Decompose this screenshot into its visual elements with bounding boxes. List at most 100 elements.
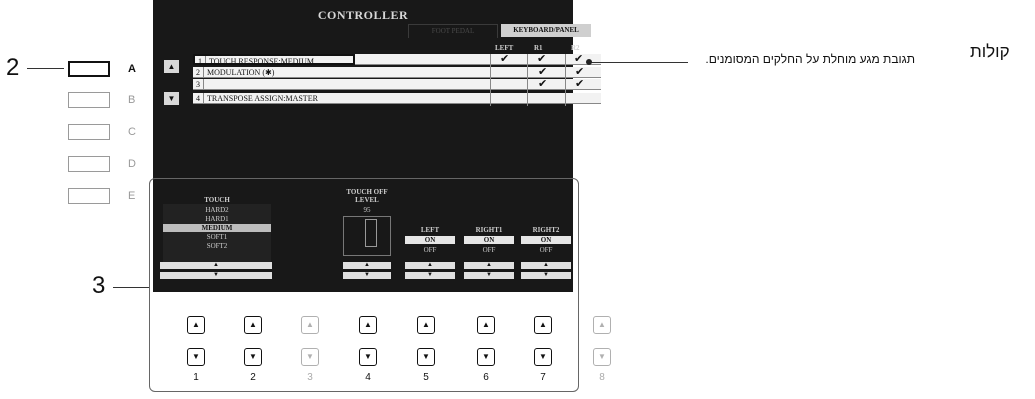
button-8-down[interactable]: ▼ (593, 348, 611, 366)
side-button-e[interactable] (68, 188, 110, 204)
part-label-left: LEFT (420, 226, 440, 234)
button-number-3: 3 (307, 372, 313, 383)
button-5-up[interactable]: ▲ (417, 316, 435, 334)
row-label: TRANSPOSE ASSIGN:MASTER (207, 94, 318, 103)
button-number-2: 2 (250, 372, 256, 383)
column-header-r1: R1 (534, 44, 543, 52)
row-number: 2 (193, 67, 204, 77)
section-title: קולות (970, 42, 1010, 61)
button-number-7: 7 (540, 372, 546, 383)
annotation-description: תגובת מגע מוחלת על החלקים המסומנים. (705, 52, 915, 66)
touch-off-level-label-2: LEVEL (355, 196, 379, 204)
button-7-up[interactable]: ▲ (534, 316, 552, 334)
screen-title: CONTROLLER (317, 8, 409, 22)
button-3-down[interactable]: ▼ (301, 348, 319, 366)
button-2-up[interactable]: ▲ (244, 316, 262, 334)
button-number-1: 1 (193, 372, 199, 383)
touch-off-level-value: 95 (363, 206, 371, 214)
button-4-down[interactable]: ▼ (359, 348, 377, 366)
button-6-up[interactable]: ▲ (477, 316, 495, 334)
button-8-up[interactable]: ▲ (593, 316, 611, 334)
side-label-e: E (128, 190, 136, 202)
touch-up-arrow[interactable]: ▲ (160, 262, 272, 269)
touch-option[interactable]: SOFT2 (163, 242, 271, 250)
part-right2-on[interactable]: ON (521, 236, 571, 244)
check-icon[interactable]: ✔ (575, 67, 584, 78)
check-icon[interactable]: ✔ (538, 67, 547, 78)
touch-option[interactable]: HARD1 (163, 215, 271, 223)
button-number-8: 8 (599, 372, 605, 383)
right2-down-arrow[interactable]: ▼ (521, 272, 571, 279)
row-number: 1 (195, 56, 206, 66)
column-divider (490, 54, 491, 106)
level-bar (365, 219, 377, 247)
side-button-a[interactable] (68, 61, 110, 77)
side-label-c: C (128, 126, 136, 138)
part-left-on[interactable]: ON (405, 236, 455, 244)
side-button-d[interactable] (68, 156, 110, 172)
column-header-left: LEFT (495, 44, 514, 52)
button-2-down[interactable]: ▼ (244, 348, 262, 366)
side-label-d: D (128, 158, 136, 170)
row-number: 4 (193, 93, 204, 103)
tab-foot-pedal[interactable]: FOOT PEDAL (408, 24, 498, 38)
column-header-r2: R2 (571, 44, 580, 52)
check-icon[interactable]: ✔ (500, 54, 509, 65)
level-down-arrow[interactable]: ▼ (343, 272, 391, 279)
side-button-c[interactable] (68, 124, 110, 140)
touch-option-selected[interactable]: MEDIUM (163, 224, 271, 232)
right1-down-arrow[interactable]: ▼ (464, 272, 514, 279)
check-icon[interactable]: ✔ (538, 79, 547, 90)
right2-up-arrow[interactable]: ▲ (521, 262, 571, 269)
row-label: TOUCH RESPONSE:MEDIUM (209, 57, 314, 66)
button-7-down[interactable]: ▼ (534, 348, 552, 366)
button-4-up[interactable]: ▲ (359, 316, 377, 334)
check-icon[interactable]: ✔ (575, 79, 584, 90)
function-row-1[interactable]: 1 TOUCH RESPONSE:MEDIUM (193, 54, 355, 66)
button-3-up[interactable]: ▲ (301, 316, 319, 334)
touch-option[interactable]: HARD2 (163, 206, 271, 214)
check-icon[interactable]: ✔ (537, 54, 546, 65)
button-number-5: 5 (423, 372, 429, 383)
right1-up-arrow[interactable]: ▲ (464, 262, 514, 269)
left-up-arrow[interactable]: ▲ (405, 262, 455, 269)
part-label-right2: RIGHT2 (532, 226, 560, 234)
side-button-b[interactable] (68, 92, 110, 108)
function-row-4[interactable]: 4 TRANSPOSE ASSIGN:MASTER (193, 93, 601, 104)
part-right1-off[interactable]: OFF (464, 246, 514, 254)
button-1-up[interactable]: ▲ (187, 316, 205, 334)
part-label-right1: RIGHT1 (475, 226, 503, 234)
leader-dot (586, 59, 592, 65)
button-number-6: 6 (483, 372, 489, 383)
touch-list[interactable]: HARD2 HARD1 MEDIUM SOFT1 SOFT2 (163, 204, 271, 266)
callout-line-2 (27, 68, 64, 69)
side-label-b: B (128, 94, 136, 106)
function-row-2[interactable]: 2 MODULATION (✱) ✔ ✔ (193, 67, 601, 78)
button-number-4: 4 (365, 372, 371, 383)
check-icon[interactable]: ✔ (574, 54, 583, 65)
scroll-up-button[interactable]: ▲ (164, 60, 179, 73)
callout-line-3 (113, 287, 149, 288)
touch-option[interactable]: SOFT1 (163, 233, 271, 241)
level-up-arrow[interactable]: ▲ (343, 262, 391, 269)
function-row-3[interactable]: 3 ✔ ✔ (193, 79, 601, 90)
left-down-arrow[interactable]: ▼ (405, 272, 455, 279)
part-left-off[interactable]: OFF (405, 246, 455, 254)
touch-label: TOUCH (204, 196, 230, 204)
touch-off-level-label-1: TOUCH OFF (346, 188, 388, 196)
row-number: 3 (193, 79, 204, 89)
tab-keyboard-panel[interactable]: KEYBOARD/PANEL (501, 24, 591, 37)
column-divider (527, 54, 528, 106)
part-right1-on[interactable]: ON (464, 236, 514, 244)
touch-down-arrow[interactable]: ▼ (160, 272, 272, 279)
callout-number-3: 3 (92, 272, 106, 299)
column-divider (565, 54, 566, 106)
part-right2-off[interactable]: OFF (521, 246, 571, 254)
side-label-a: A (128, 63, 136, 75)
button-5-down[interactable]: ▼ (417, 348, 435, 366)
row-label: MODULATION (✱) (207, 68, 275, 77)
button-1-down[interactable]: ▼ (187, 348, 205, 366)
button-6-down[interactable]: ▼ (477, 348, 495, 366)
callout-number-2: 2 (6, 54, 20, 81)
scroll-down-button[interactable]: ▼ (164, 92, 179, 105)
